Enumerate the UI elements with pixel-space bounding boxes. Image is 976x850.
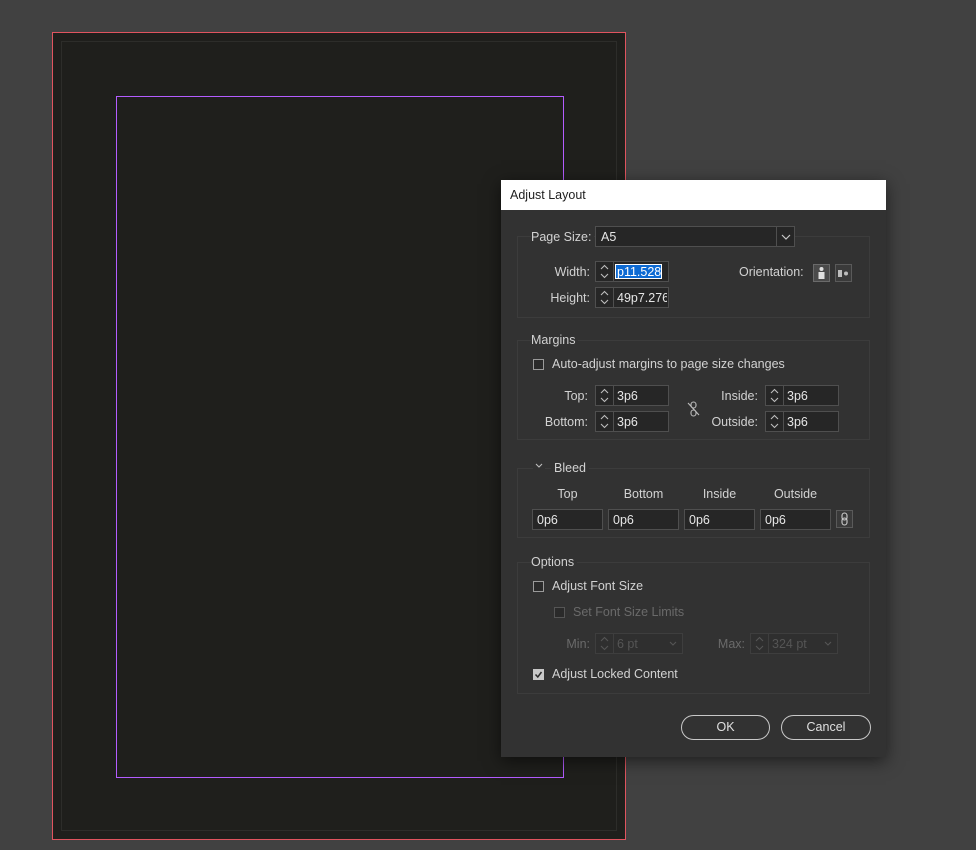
width-field[interactable]: p11.528 xyxy=(595,261,669,282)
page-size-label: Page Size: xyxy=(531,230,595,244)
width-value: p11.528 xyxy=(617,265,662,279)
margin-outside-value: 3p6 xyxy=(787,415,808,429)
stepper-arrows-icon[interactable] xyxy=(596,412,614,431)
adjust-locked-content-checkbox[interactable] xyxy=(533,669,544,680)
page-size-value: A5 xyxy=(601,230,617,244)
min-font-size-field[interactable]: 6 pt xyxy=(595,633,683,654)
max-font-size-value: 324 pt xyxy=(772,637,807,651)
auto-adjust-margins-checkbox[interactable] xyxy=(533,359,544,370)
adjust-font-size-label: Adjust Font Size xyxy=(552,579,644,593)
chevron-down-icon[interactable] xyxy=(533,460,545,472)
bleed-outside-value: 0p6 xyxy=(765,513,786,527)
margin-bottom-label: Bottom: xyxy=(544,415,588,429)
adjust-font-size-checkbox[interactable] xyxy=(533,581,544,592)
stepper-arrows-icon[interactable] xyxy=(596,288,614,307)
dialog-title: Adjust Layout xyxy=(510,188,586,202)
bleed-inside-label: Inside xyxy=(702,487,737,501)
max-font-size-field[interactable]: 324 pt xyxy=(750,633,838,654)
height-label: Height: xyxy=(550,291,590,305)
margin-inside-field[interactable]: 3p6 xyxy=(765,385,839,406)
min-font-size-value: 6 pt xyxy=(617,637,638,651)
link-chain-icon[interactable] xyxy=(836,510,853,528)
stepper-arrows-icon[interactable] xyxy=(596,262,614,281)
stepper-arrows-icon[interactable] xyxy=(766,412,784,431)
ok-button[interactable]: OK xyxy=(681,715,770,740)
height-field[interactable]: 49p7.276 xyxy=(595,287,669,308)
checkmark-icon xyxy=(534,671,543,679)
bleed-outside-label: Outside xyxy=(773,487,818,501)
adjust-locked-content-label: Adjust Locked Content xyxy=(552,667,678,681)
margin-bottom-value: 3p6 xyxy=(617,415,638,429)
stepper-arrows-icon[interactable] xyxy=(766,386,784,405)
width-label: Width: xyxy=(554,265,590,279)
margin-inside-label: Inside: xyxy=(721,389,758,403)
page-size-dropdown[interactable]: A5 xyxy=(595,226,795,247)
page-margin-guide xyxy=(116,96,564,778)
bleed-inside-value: 0p6 xyxy=(689,513,710,527)
adjust-layout-dialog: Adjust Layout Page Size: A5 Width: p11.5… xyxy=(501,180,886,757)
bleed-bottom-value: 0p6 xyxy=(613,513,634,527)
bleed-title: Bleed xyxy=(551,461,589,475)
dialog-titlebar[interactable]: Adjust Layout xyxy=(501,180,886,210)
stepper-arrows-icon[interactable] xyxy=(596,634,614,653)
bleed-top-field[interactable]: 0p6 xyxy=(532,509,603,530)
chevron-down-icon[interactable] xyxy=(776,227,795,246)
margin-outside-label: Outside: xyxy=(711,415,758,429)
margin-inside-value: 3p6 xyxy=(787,389,808,403)
chevron-down-icon[interactable] xyxy=(668,639,678,649)
bleed-bottom-label: Bottom xyxy=(623,487,664,501)
bleed-inside-field[interactable]: 0p6 xyxy=(684,509,755,530)
bleed-top-label: Top xyxy=(557,487,578,501)
margins-title: Margins xyxy=(531,333,579,347)
set-font-size-limits-label: Set Font Size Limits xyxy=(573,605,685,619)
margin-top-value: 3p6 xyxy=(617,389,638,403)
chevron-down-icon[interactable] xyxy=(823,639,833,649)
margin-outside-field[interactable]: 3p6 xyxy=(765,411,839,432)
bleed-bottom-field[interactable]: 0p6 xyxy=(608,509,679,530)
stepper-arrows-icon[interactable] xyxy=(596,386,614,405)
bleed-top-value: 0p6 xyxy=(537,513,558,527)
stepper-arrows-icon[interactable] xyxy=(751,634,769,653)
options-title: Options xyxy=(531,555,578,569)
margin-top-label: Top: xyxy=(564,389,588,403)
landscape-orientation-icon[interactable] xyxy=(835,264,852,282)
set-font-size-limits-checkbox[interactable] xyxy=(554,607,565,618)
auto-adjust-margins-label: Auto-adjust margins to page size changes xyxy=(552,357,785,371)
margin-top-field[interactable]: 3p6 xyxy=(595,385,669,406)
cancel-button[interactable]: Cancel xyxy=(781,715,871,740)
max-label: Max: xyxy=(717,637,745,651)
min-label: Min: xyxy=(566,637,590,651)
orientation-label: Orientation: xyxy=(739,265,804,279)
bleed-outside-field[interactable]: 0p6 xyxy=(760,509,831,530)
portrait-orientation-icon[interactable] xyxy=(813,264,830,282)
margin-bottom-field[interactable]: 3p6 xyxy=(595,411,669,432)
height-value: 49p7.276 xyxy=(617,291,667,305)
